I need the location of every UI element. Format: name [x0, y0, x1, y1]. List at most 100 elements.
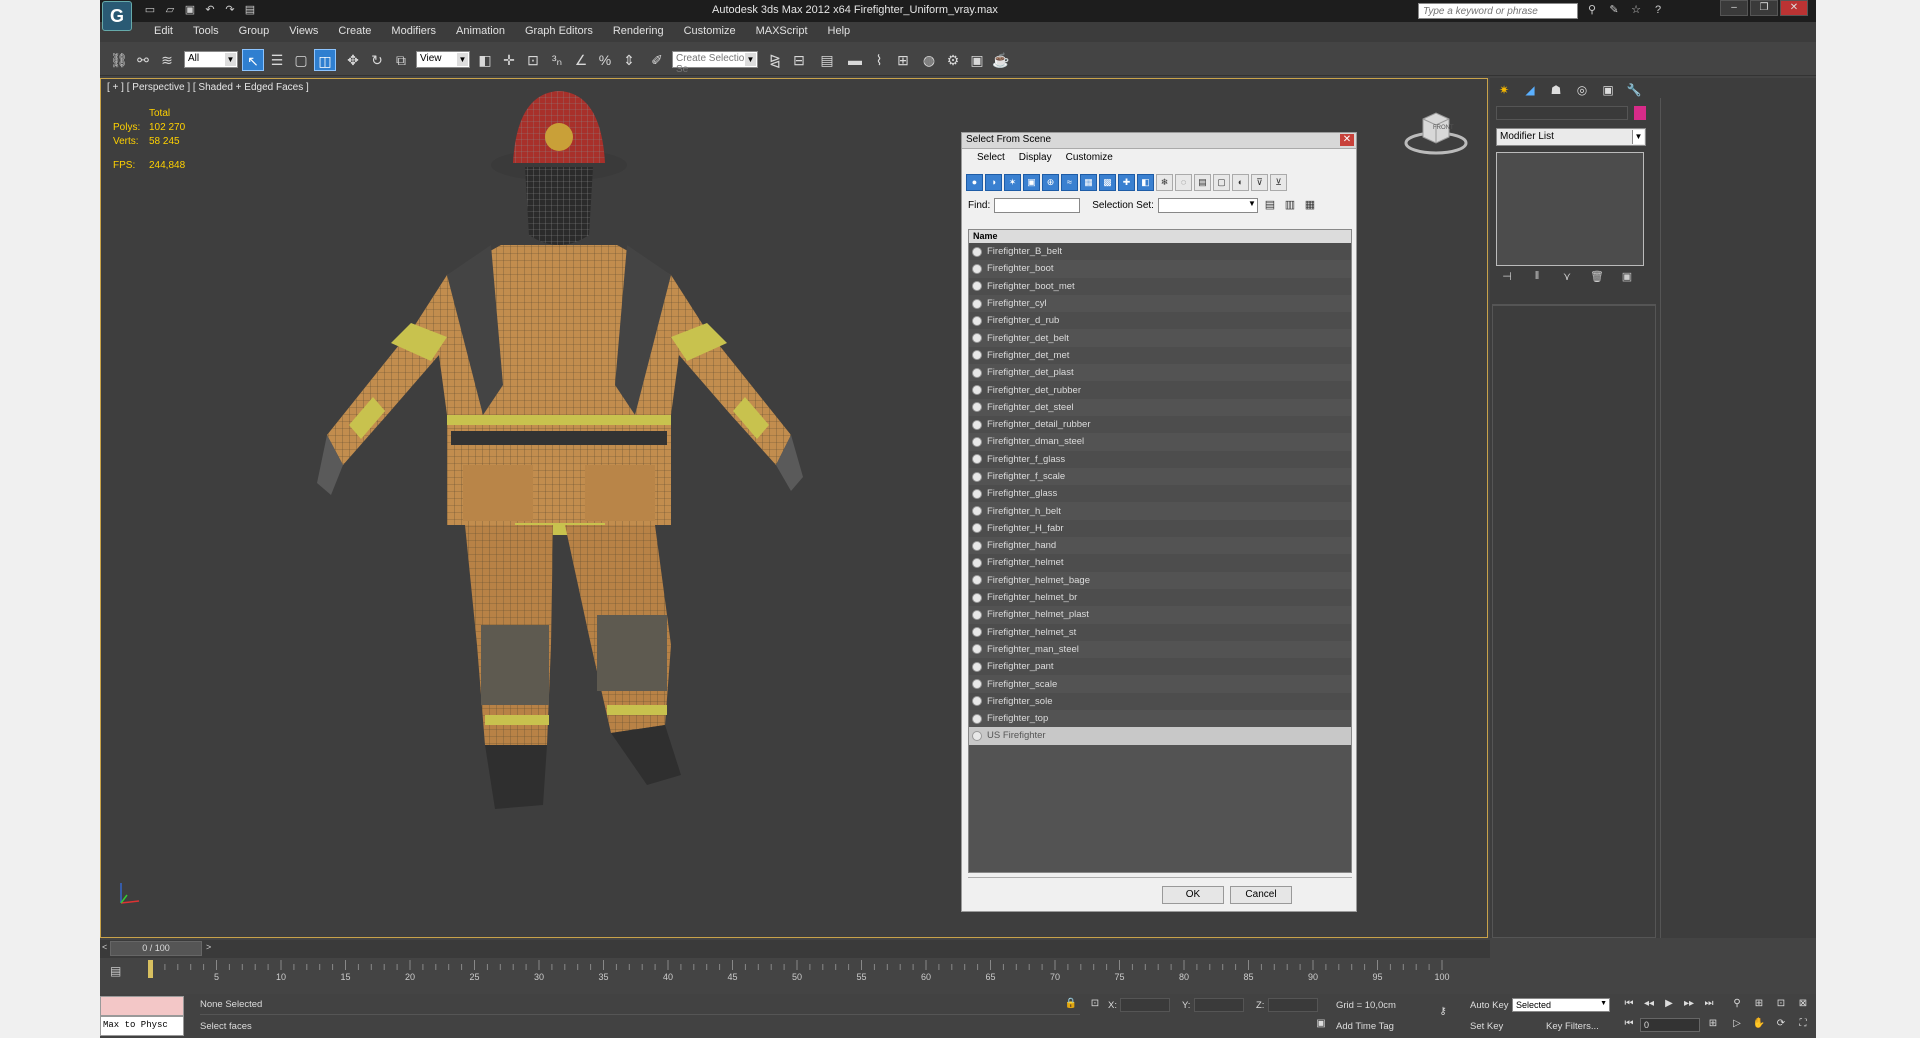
render-production-icon[interactable]: ☕: [990, 49, 1012, 71]
new-file-icon[interactable]: ▭: [142, 3, 158, 18]
list-item[interactable]: Firefighter_top: [969, 710, 1351, 727]
display-helpers-icon[interactable]: ⊕: [1042, 173, 1059, 191]
display-xrefs-icon[interactable]: ▩: [1099, 173, 1116, 191]
list-item[interactable]: US Firefighter: [969, 727, 1351, 745]
perspective-viewport[interactable]: [ + ] [ Perspective ] [ Shaded + Edged F…: [100, 78, 1488, 938]
list-item[interactable]: Firefighter_det_rubber: [969, 381, 1351, 399]
display-all-icon[interactable]: ▤: [1194, 173, 1211, 191]
rendered-frame-window-icon[interactable]: ▣: [966, 49, 988, 71]
goto-end-icon[interactable]: ⏭: [1700, 998, 1718, 1012]
maxscript-output[interactable]: [100, 996, 184, 1016]
goto-start-icon[interactable]: ⏮: [1620, 998, 1638, 1012]
modify-icon[interactable]: ◢: [1520, 81, 1540, 99]
search-input[interactable]: [1418, 3, 1578, 19]
viewcube[interactable]: FRONT: [1401, 107, 1471, 157]
display-bones-icon[interactable]: ✚: [1118, 173, 1135, 191]
selection-filter-dropdown[interactable]: All ▼: [184, 51, 238, 68]
remove-from-selection-set-icon[interactable]: ▦: [1302, 198, 1318, 213]
move-icon[interactable]: ✥: [342, 49, 364, 71]
list-item[interactable]: Firefighter_dman_steel: [969, 433, 1351, 450]
list-item[interactable]: Firefighter_boot: [969, 260, 1351, 277]
display-invert-icon[interactable]: ◐: [1232, 173, 1249, 191]
list-item[interactable]: Firefighter_h_belt: [969, 502, 1351, 519]
list-item[interactable]: Firefighter_pant: [969, 658, 1351, 676]
named-selection-sets-dropdown[interactable]: Create Selection Se ▼: [672, 51, 758, 75]
project-folder-icon[interactable]: ▤: [242, 3, 258, 18]
link-icon[interactable]: ⛓: [108, 49, 130, 71]
time-slider-right-arrow[interactable]: >: [206, 942, 211, 952]
list-item[interactable]: Firefighter_hand: [969, 537, 1351, 554]
menu-graph-editors[interactable]: Graph Editors: [515, 22, 603, 42]
list-item[interactable]: Firefighter_helmet_bage: [969, 572, 1351, 589]
reference-coordinate-dropdown[interactable]: View ▼: [416, 51, 470, 68]
filter-clear-icon[interactable]: ⊻: [1270, 173, 1287, 191]
display-icon[interactable]: ▣: [1598, 81, 1618, 99]
mirror-icon[interactable]: ⧎: [764, 49, 786, 71]
list-item[interactable]: Firefighter_det_steel: [969, 399, 1351, 416]
list-item[interactable]: Firefighter_helmet_br: [969, 588, 1351, 607]
menu-rendering[interactable]: Rendering: [603, 22, 674, 42]
keyboard-shortcut-override-icon[interactable]: ⊡: [522, 49, 544, 71]
material-editor-icon[interactable]: ◍: [918, 49, 940, 71]
object-name-field[interactable]: [1496, 106, 1628, 120]
maxscript-input[interactable]: Max to Physc: [100, 1016, 184, 1036]
window-crossing-icon[interactable]: ◫: [314, 49, 336, 71]
x-coordinate-field[interactable]: [1120, 998, 1170, 1012]
open-file-icon[interactable]: ▱: [162, 3, 178, 18]
utilities-icon[interactable]: 🔧: [1624, 81, 1644, 99]
select-by-name-icon[interactable]: ☰: [266, 49, 288, 71]
angle-snap-icon[interactable]: ∠: [570, 49, 592, 71]
display-hidden-icon[interactable]: ◌: [1175, 173, 1192, 191]
unlink-icon[interactable]: ⚯: [132, 49, 154, 71]
add-time-tag-icon[interactable]: ▣: [1312, 1018, 1330, 1032]
list-item[interactable]: Firefighter_scale: [969, 675, 1351, 692]
track-bar[interactable]: ▤ 5 10 15 20 25 30 35 40 45 50 55 60 65 70 75 80 85 90 95 1…: [100, 958, 1490, 994]
find-input[interactable]: [994, 197, 1081, 213]
graphite-toggle-icon[interactable]: ▬: [844, 49, 866, 71]
current-frame-field[interactable]: 0: [1640, 1018, 1700, 1032]
dialog-close-button[interactable]: ✕: [1340, 134, 1354, 146]
snaps-toggle-icon[interactable]: ³ₙ: [546, 49, 568, 71]
dialog-title-bar[interactable]: Select From Scene ✕: [962, 133, 1356, 149]
display-none-icon[interactable]: ▢: [1213, 173, 1230, 191]
render-setup-icon[interactable]: ⚙: [942, 49, 964, 71]
auto-key-button[interactable]: Auto Key: [1470, 1000, 1509, 1011]
add-to-selection-set-icon[interactable]: ▥: [1282, 198, 1298, 213]
menu-animation[interactable]: Animation: [446, 22, 515, 42]
key-mode-toggle-icon[interactable]: ⏮: [1620, 1018, 1638, 1032]
show-end-result-icon[interactable]: ‖: [1526, 270, 1548, 286]
menu-customize[interactable]: Customize: [674, 22, 746, 42]
display-cameras-icon[interactable]: ▣: [1023, 173, 1040, 191]
y-coordinate-field[interactable]: [1194, 998, 1244, 1012]
key-filters-button[interactable]: Key Filters...: [1546, 1021, 1599, 1032]
absolute-mode-icon[interactable]: ⊡: [1086, 998, 1104, 1012]
list-item[interactable]: Firefighter_helmet: [969, 554, 1351, 572]
create-icon[interactable]: ✷: [1494, 81, 1514, 99]
display-shapes-icon[interactable]: ◑: [985, 173, 1002, 191]
align-icon[interactable]: ⊟: [788, 49, 810, 71]
menu-modifiers[interactable]: Modifiers: [381, 22, 446, 42]
display-lights-icon[interactable]: ✶: [1004, 173, 1021, 191]
scene-object-list[interactable]: Name Firefighter_B_belt Firefighter_boot F…: [968, 229, 1352, 873]
z-coordinate-field[interactable]: [1268, 998, 1318, 1012]
time-slider-left-arrow[interactable]: <: [102, 942, 107, 952]
zoom-extents-all-icon[interactable]: ⊠: [1794, 998, 1812, 1012]
modifier-stack[interactable]: [1496, 152, 1644, 266]
star-icon[interactable]: ☆: [1628, 3, 1644, 18]
spinner-snap-icon[interactable]: ⇕: [618, 49, 640, 71]
cancel-button[interactable]: Cancel: [1230, 886, 1292, 904]
list-header[interactable]: Name: [969, 230, 1351, 243]
save-icon[interactable]: ▣: [182, 3, 198, 18]
menu-edit[interactable]: Edit: [144, 22, 183, 42]
display-containers-icon[interactable]: ◧: [1137, 173, 1154, 191]
select-manipulate-icon[interactable]: ✛: [498, 49, 520, 71]
set-key-mode-icon[interactable]: ⚷: [1430, 1006, 1456, 1020]
firefighter-model[interactable]: [251, 85, 931, 938]
maximize-viewport-icon[interactable]: ⛶: [1794, 1018, 1812, 1032]
dialog-menu-select[interactable]: Select: [972, 152, 1010, 166]
list-item[interactable]: Firefighter_cyl: [969, 295, 1351, 312]
time-configuration-icon[interactable]: ⊞: [1704, 1018, 1722, 1032]
menu-create[interactable]: Create: [328, 22, 381, 42]
list-item[interactable]: Firefighter_det_met: [969, 346, 1351, 365]
list-item[interactable]: Firefighter_helmet_plast: [969, 606, 1351, 623]
